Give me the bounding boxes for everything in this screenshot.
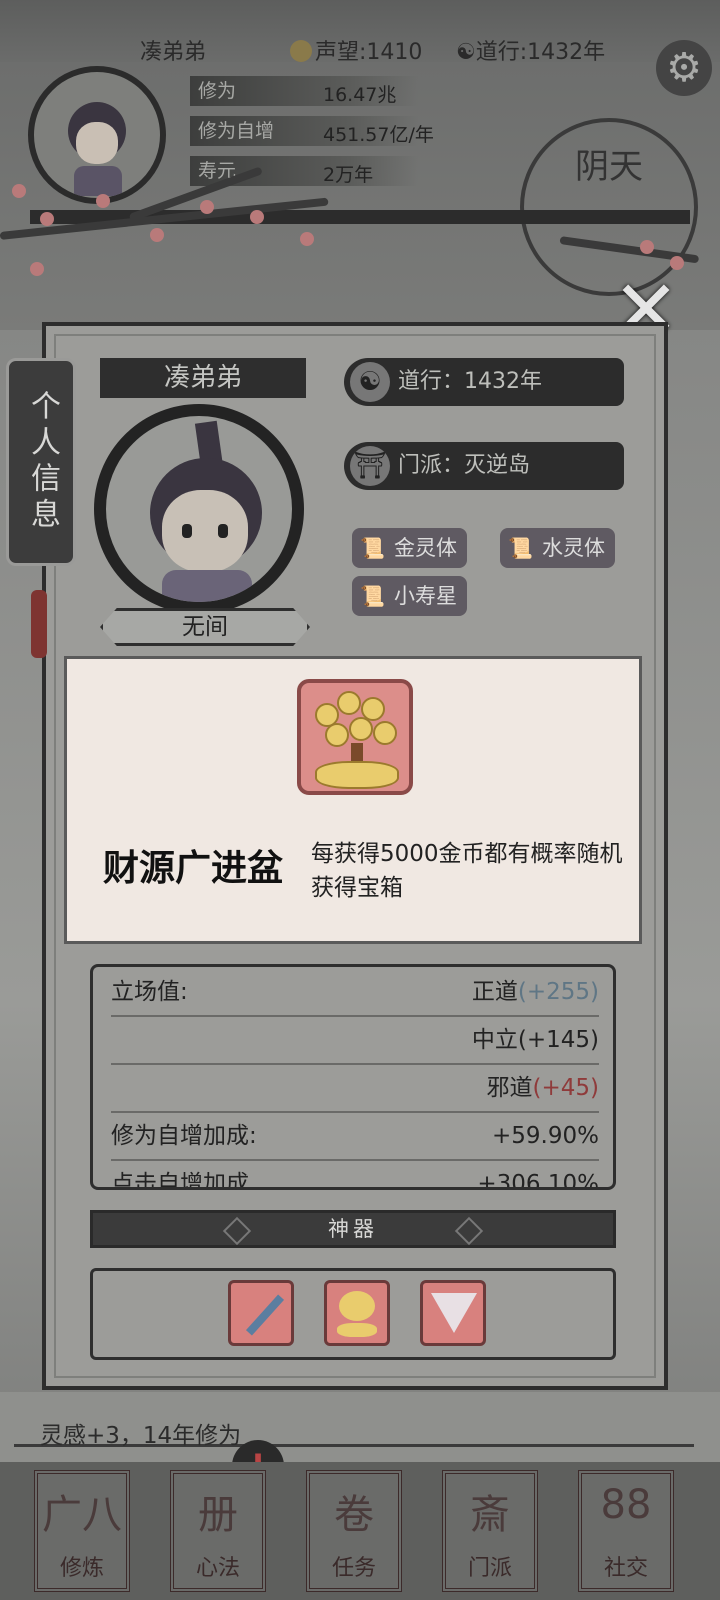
sword-icon[interactable] [228,1280,294,1346]
nav-label: 心法 [195,1556,240,1581]
nav-tasks[interactable]: 卷 任务 [306,1470,402,1592]
partial-row-value: +306.10% [477,1171,599,1190]
blossom [40,212,54,226]
coin-icon [290,40,312,62]
blossom [300,232,314,246]
avatar-large[interactable] [94,404,304,614]
diamond-icon [222,1216,252,1246]
avatar[interactable] [28,66,166,204]
temple-icon: ⛩ [350,446,390,486]
righteous-value: 正道(+255) [471,979,599,1005]
blossom [200,200,214,214]
stat-row: 邪道(+45) [111,1065,599,1113]
stat-value-cultivation-rate: 451.57亿/年 [323,124,434,146]
nav-cultivate[interactable]: 广八 修炼 [34,1470,130,1592]
dao-pill: ☯ 道行：1432年 [344,358,624,406]
scroll-icon: 📜 [508,536,533,560]
diamond-icon [454,1216,484,1246]
nav-label: 修炼 [59,1556,104,1581]
stat-row: 中立(+145) [111,1017,599,1065]
item-description: 每获得5000金币都有概率随机获得宝箱 [311,841,623,901]
partial-row-label: 点击自增加成 [111,1171,249,1190]
artifact-section-header: 神器 [90,1210,616,1248]
trait-badge[interactable]: 📜 小寿星 [352,576,467,616]
yin-yang-icon: ☯ [350,362,390,402]
title-plate: 无间 [100,608,310,646]
profile-name: 凑弟弟 [100,358,306,398]
stat-value-lifespan: 2万年 [323,164,374,186]
blossom [12,184,26,198]
nav-label: 任务 [331,1556,376,1581]
stat-row: 修为自增加成: +59.90% [111,1113,599,1161]
nav-label: 门派 [467,1556,512,1581]
stat-row: 点击自增加成 +306.10% [111,1161,599,1190]
blossom [96,194,110,208]
stats-list[interactable]: 立场值: 正道(+255) 中立(+145) 邪道(+45) 修为自增加成: +… [90,964,616,1190]
trait-badge[interactable]: 📜 金灵体 [352,528,467,568]
blossom [640,240,654,254]
item-tooltip: 财源广进盆 每获得5000金币都有概率随机获得宝箱 [64,656,642,944]
scroll-icon: 📜 [360,584,385,608]
header-prestige: 声望:1410 [290,34,422,66]
sect-pill: ⛩ 门派：灭逆岛 [344,442,624,490]
event-log: 灵感+3，14年修为 [40,1423,242,1449]
tassel-decoration [31,590,47,658]
fan-icon[interactable] [420,1280,486,1346]
yin-yang-icon: ☯ [456,40,476,65]
header-player-name: 凑弟弟 [140,40,207,65]
nav-social[interactable]: 88 社交 [578,1470,674,1592]
gear-icon[interactable]: ⚙ [656,40,712,96]
tab-personal-info[interactable]: 个人信息 [6,358,76,566]
nav-sect[interactable]: 斎 门派 [442,1470,538,1592]
trait-badge[interactable]: 📜 水灵体 [500,528,615,568]
blossom [150,228,164,242]
header-dao: ☯道行:1432年 [456,40,606,65]
stat-value-cultivation: 16.47兆 [323,84,397,106]
scroll-icon: 📜 [360,536,385,560]
money-tree-icon [297,679,413,795]
weather-label: 阴天 [575,147,643,187]
blossom [30,262,44,276]
evil-value: 邪道(+45) [486,1075,599,1101]
nav-label: 社交 [603,1556,648,1581]
stance-label: 立场值: [111,979,188,1005]
blossom [250,210,264,224]
stat-row: 立场值: 正道(+255) [111,969,599,1017]
nav-techniques[interactable]: 册 心法 [170,1470,266,1592]
cultivation-bonus-value: +59.90% [492,1123,599,1149]
item-name: 财源广进盆 [103,848,284,889]
money-tree-icon[interactable] [324,1280,390,1346]
cultivation-bonus-label: 修为自增加成: [111,1123,257,1149]
neutral-value: 中立(+145) [471,1027,599,1053]
